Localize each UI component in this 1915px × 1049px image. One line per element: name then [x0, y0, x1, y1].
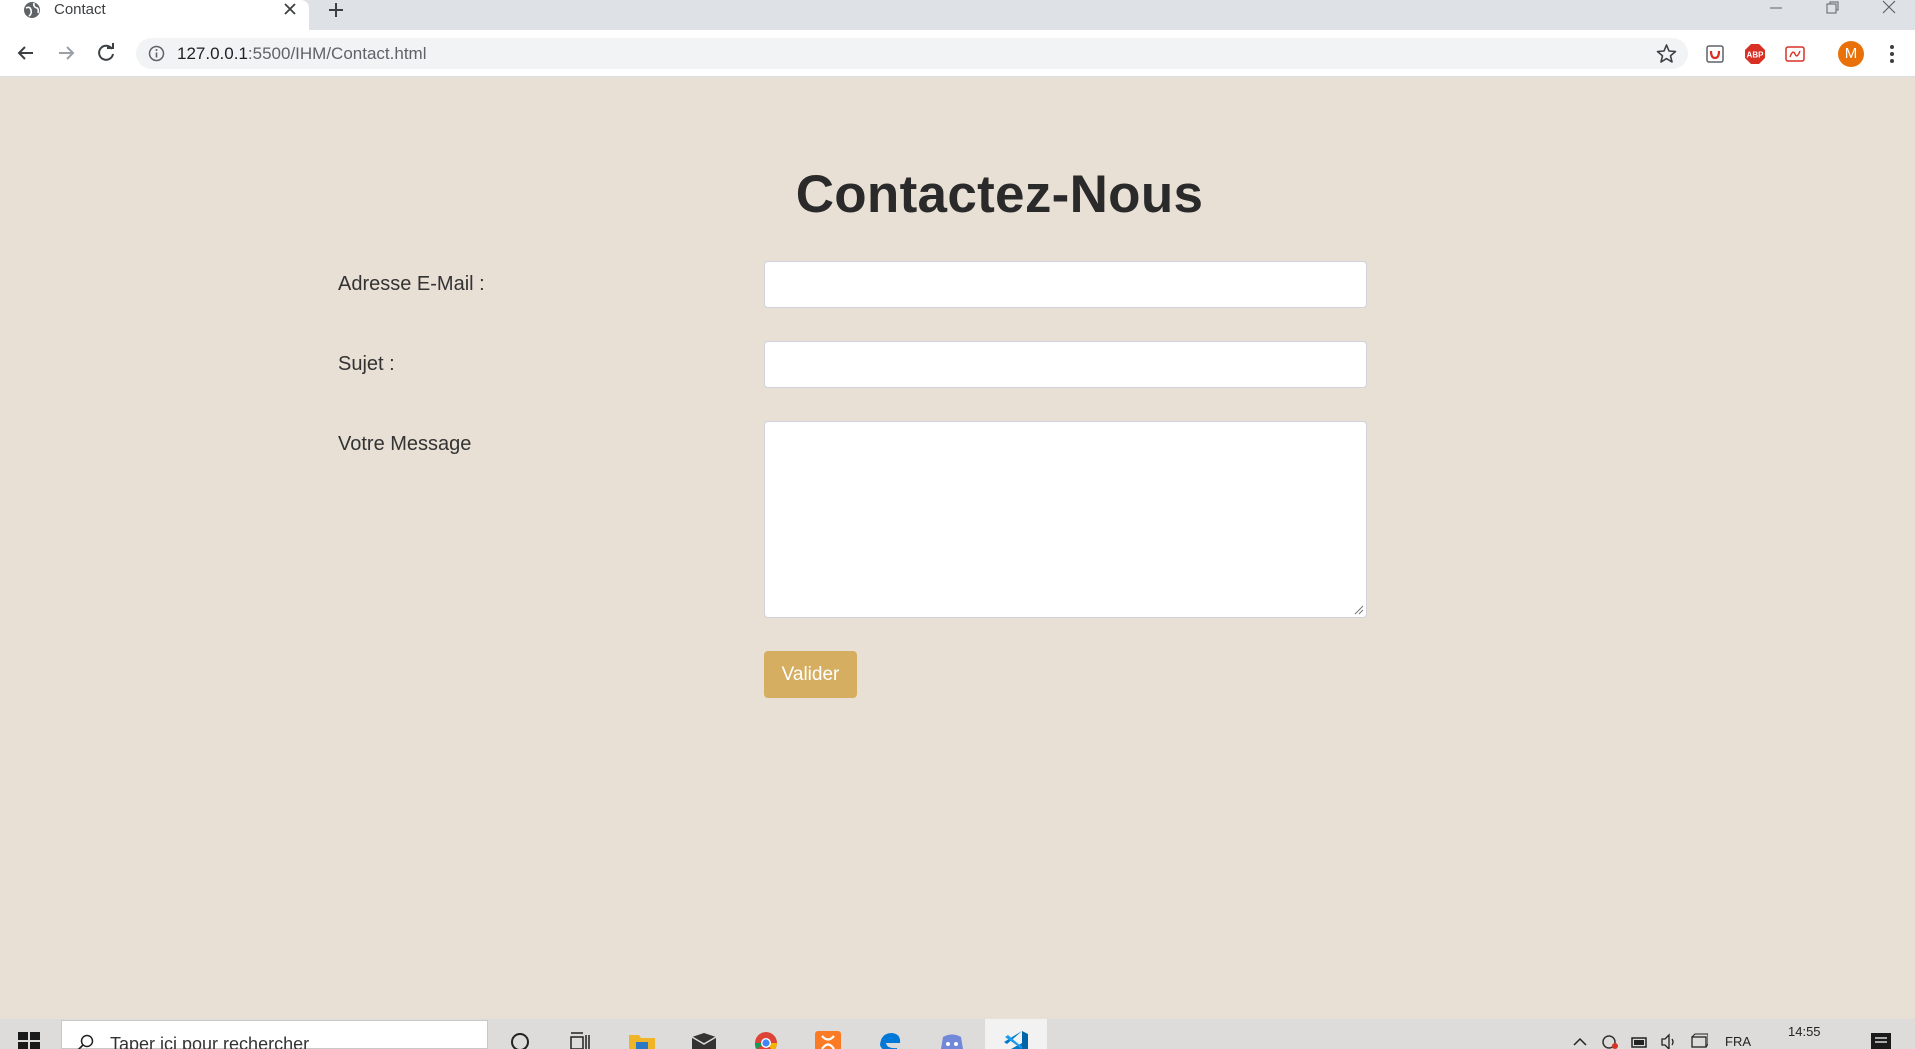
close-window-icon[interactable]: [1879, 0, 1899, 18]
search-icon: [77, 1034, 94, 1049]
pdf-icon[interactable]: [1783, 42, 1807, 66]
back-arrow-icon[interactable]: [13, 40, 39, 66]
chrome-icon[interactable]: [751, 1029, 781, 1049]
email-field[interactable]: [764, 261, 1367, 308]
submit-button[interactable]: Valider: [764, 651, 857, 698]
windows-start-icon[interactable]: [18, 1032, 40, 1049]
xampp-icon[interactable]: [813, 1029, 843, 1049]
mail-icon[interactable]: [689, 1029, 719, 1049]
url-path: :5500/IHM/Contact.html: [247, 44, 427, 63]
network-icon[interactable]: [1690, 1033, 1708, 1049]
globe-icon: [24, 2, 40, 18]
restore-icon[interactable]: [1822, 0, 1842, 18]
tab-title: Contact: [54, 1, 106, 18]
edge-icon[interactable]: [875, 1029, 905, 1049]
browser-tab-strip: Contact: [0, 0, 1915, 30]
discord-icon[interactable]: [937, 1029, 967, 1049]
taskbar: Taper ici pour rechercher FRA 14:55: [0, 1019, 1915, 1049]
profile-avatar[interactable]: M: [1838, 41, 1864, 67]
bookmark-star-icon[interactable]: [1656, 43, 1677, 64]
message-label: Votre Message: [338, 433, 472, 455]
file-explorer-icon[interactable]: [627, 1029, 657, 1049]
notifications-icon[interactable]: [1870, 1032, 1892, 1049]
info-icon[interactable]: [148, 45, 165, 62]
volume-icon[interactable]: [1660, 1033, 1678, 1049]
show-hidden-icons-icon[interactable]: [1571, 1033, 1589, 1049]
message-textarea[interactable]: [764, 421, 1367, 618]
more-menu-icon[interactable]: [1882, 42, 1902, 66]
resize-grip-icon[interactable]: [1352, 603, 1364, 615]
url-host: 127.0.0.1: [177, 44, 248, 63]
close-tab-icon[interactable]: [282, 1, 298, 17]
new-tab-icon[interactable]: [326, 0, 346, 20]
vscode-icon[interactable]: [1001, 1029, 1031, 1049]
pocket-icon[interactable]: [1703, 42, 1727, 66]
address-bar[interactable]: 127.0.0.1:5500/IHM/Contact.html: [136, 38, 1688, 69]
adblock-plus-icon[interactable]: ABP: [1743, 42, 1767, 66]
browser-tab[interactable]: Contact: [0, 0, 309, 30]
security-tray-icon[interactable]: [1601, 1033, 1619, 1049]
browser-toolbar: 127.0.0.1:5500/IHM/Contact.html ABP M: [0, 30, 1915, 77]
cortana-icon[interactable]: [505, 1029, 535, 1049]
minimize-icon[interactable]: [1766, 0, 1786, 18]
page-title: Contactez-Nous: [0, 164, 1915, 225]
email-label: Adresse E-Mail :: [338, 273, 485, 295]
taskbar-search-box[interactable]: Taper ici pour rechercher: [61, 1020, 488, 1049]
svg-text:ABP: ABP: [1747, 51, 1765, 60]
url-text: 127.0.0.1:5500/IHM/Contact.html: [177, 38, 426, 69]
subject-field[interactable]: [764, 341, 1367, 388]
subject-label: Sujet :: [338, 353, 395, 375]
battery-icon[interactable]: [1631, 1033, 1649, 1049]
forward-arrow-icon[interactable]: [53, 40, 79, 66]
reload-icon[interactable]: [93, 40, 119, 66]
clock-time[interactable]: 14:55: [1788, 1024, 1821, 1039]
language-indicator[interactable]: FRA: [1725, 1034, 1751, 1049]
page-title-text: Contactez-Nous: [795, 165, 1204, 224]
task-view-icon[interactable]: [565, 1029, 595, 1049]
taskbar-search-placeholder: Taper ici pour rechercher: [110, 1034, 310, 1049]
